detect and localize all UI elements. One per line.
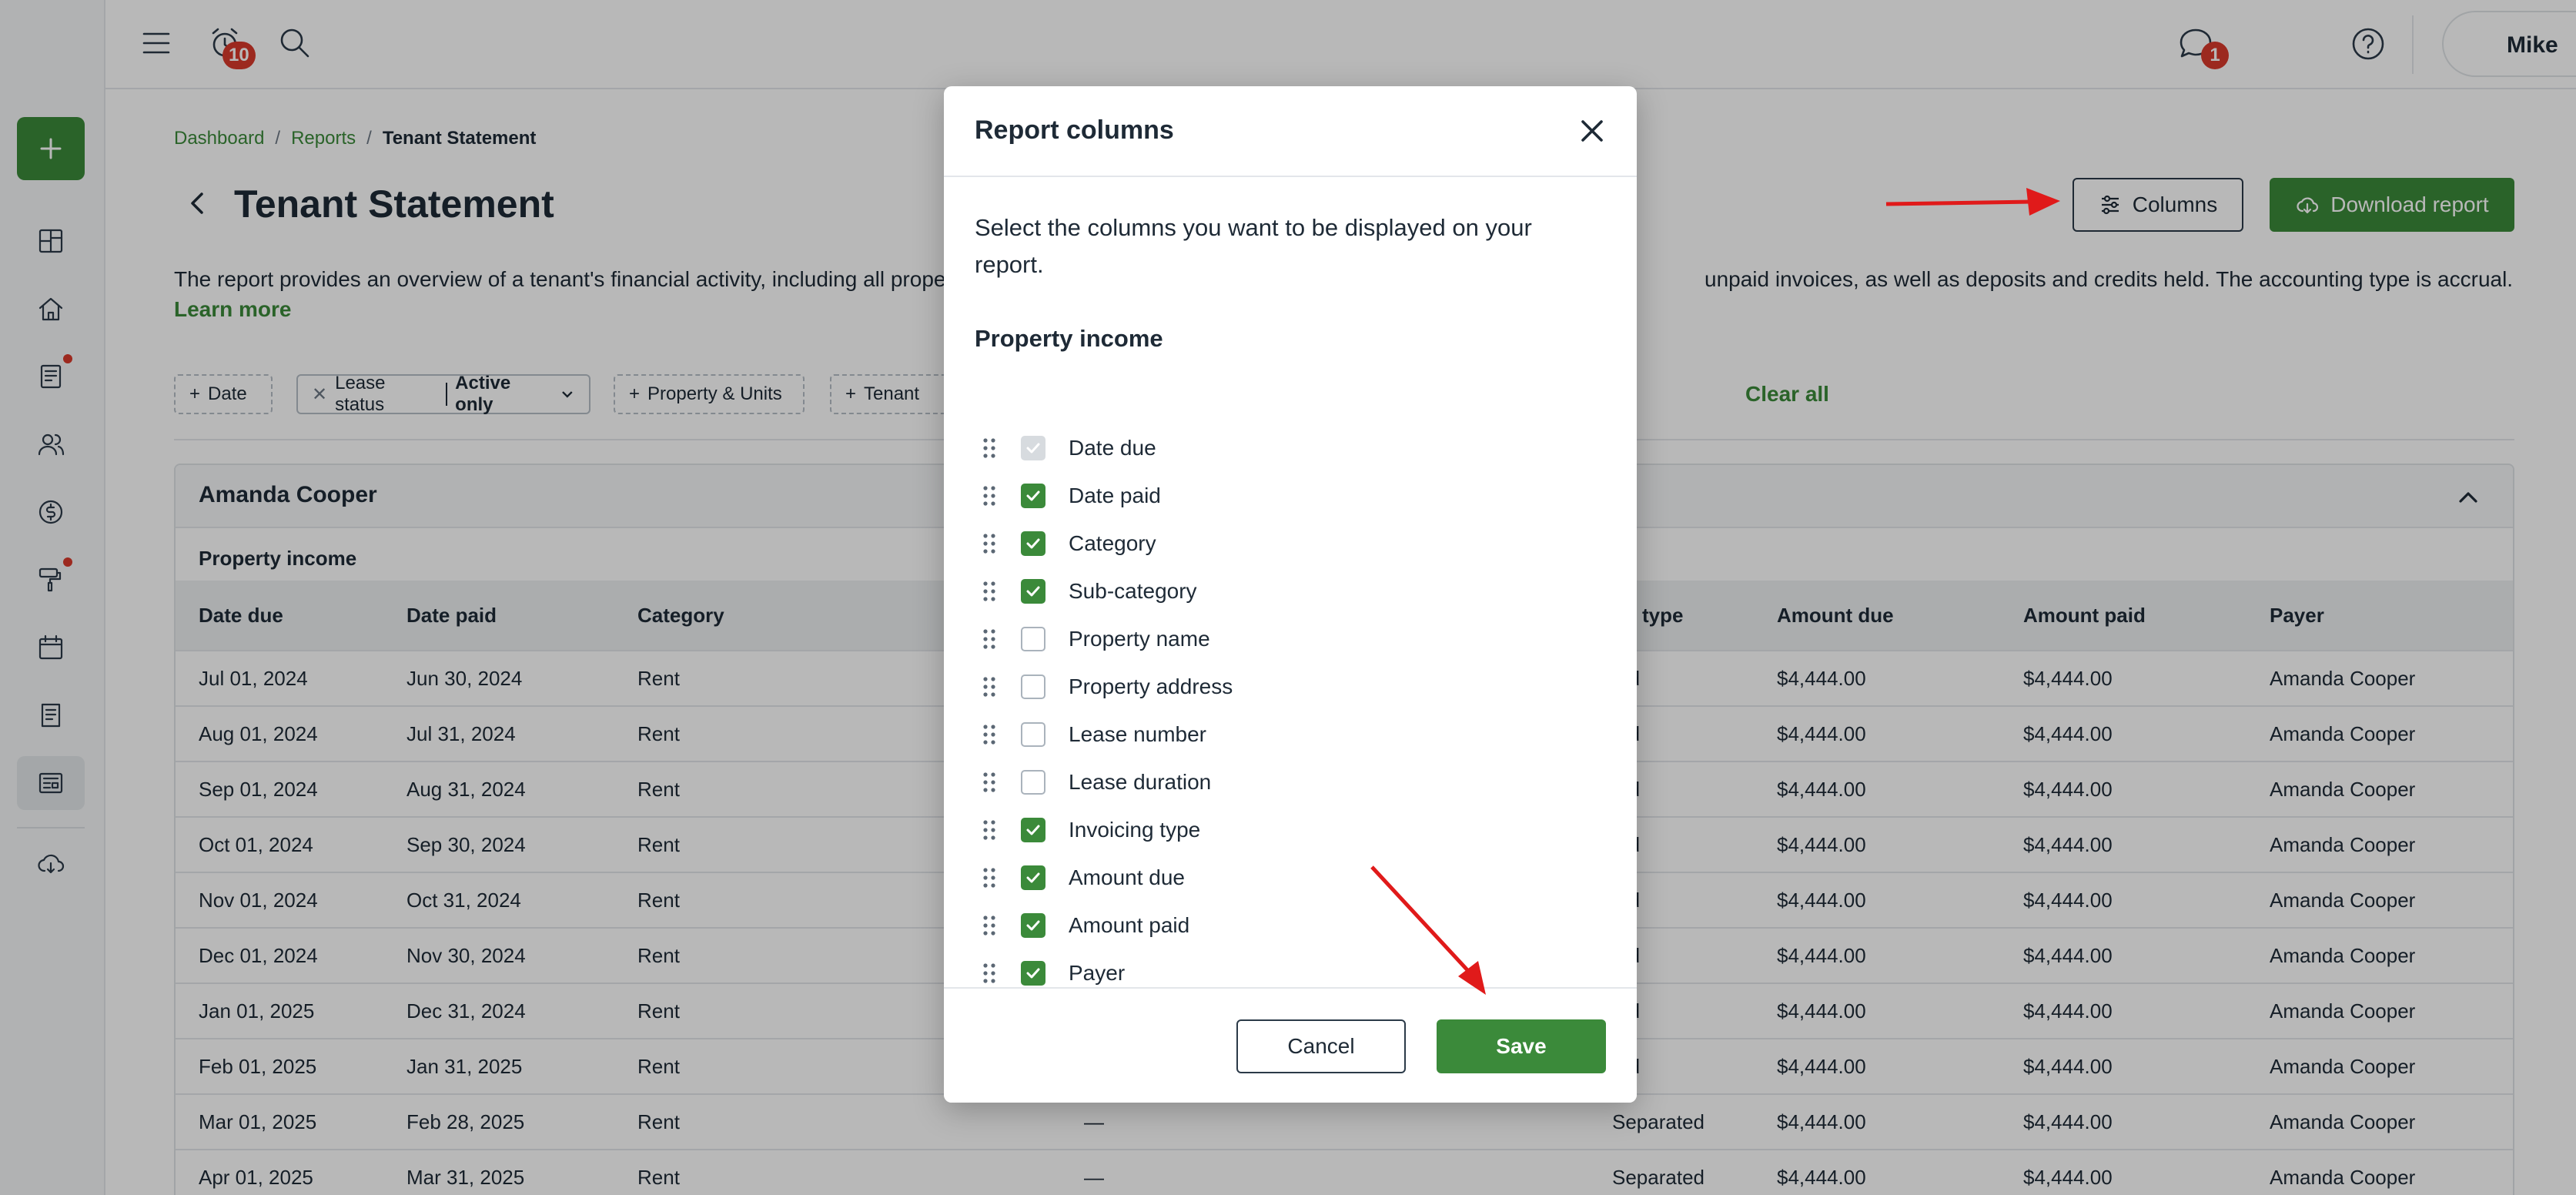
column-option-label: Payer bbox=[1069, 961, 1126, 985]
column-option-label: Category bbox=[1069, 531, 1156, 555]
checkbox[interactable] bbox=[1021, 674, 1045, 699]
column-option-label: Property address bbox=[1069, 674, 1233, 698]
drag-handle-icon[interactable] bbox=[981, 437, 998, 460]
check-icon bbox=[1026, 490, 1040, 501]
checkbox[interactable] bbox=[1021, 818, 1045, 842]
checkbox[interactable] bbox=[1021, 770, 1045, 795]
column-option[interactable]: Property address bbox=[975, 663, 1591, 711]
column-option[interactable]: Property name bbox=[975, 615, 1591, 663]
column-option[interactable]: Sub-category bbox=[975, 567, 1591, 615]
modal-title: Report columns bbox=[975, 115, 1174, 145]
column-option-label: Lease duration bbox=[1069, 770, 1212, 794]
drag-handle-icon[interactable] bbox=[981, 818, 998, 842]
modal-footer: Cancel Save bbox=[944, 987, 1637, 1103]
save-button[interactable]: Save bbox=[1437, 1019, 1606, 1073]
column-option-label: Invoicing type bbox=[1069, 818, 1201, 842]
column-option[interactable]: Date due bbox=[975, 424, 1591, 472]
checkbox[interactable] bbox=[1021, 484, 1045, 508]
column-option-label: Date paid bbox=[1069, 484, 1161, 507]
checkbox bbox=[1021, 436, 1045, 460]
checkbox[interactable] bbox=[1021, 722, 1045, 747]
checkbox[interactable] bbox=[1021, 913, 1045, 938]
drag-handle-icon[interactable] bbox=[981, 532, 998, 555]
modal-description: Select the columns you want to be displa… bbox=[975, 214, 1532, 278]
close-icon[interactable] bbox=[1575, 114, 1609, 148]
column-option-label: Sub-category bbox=[1069, 579, 1197, 603]
check-icon bbox=[1026, 968, 1040, 979]
drag-handle-icon[interactable] bbox=[981, 723, 998, 746]
check-icon bbox=[1026, 825, 1040, 835]
check-icon bbox=[1026, 586, 1040, 597]
drag-handle-icon[interactable] bbox=[981, 484, 998, 507]
column-option[interactable]: Amount paid bbox=[975, 902, 1591, 949]
drag-handle-icon[interactable] bbox=[981, 580, 998, 603]
column-group-title: Property income bbox=[975, 325, 1163, 352]
check-icon bbox=[1026, 872, 1040, 883]
drag-handle-icon[interactable] bbox=[981, 771, 998, 794]
column-option[interactable]: Category bbox=[975, 520, 1591, 567]
checkbox[interactable] bbox=[1021, 579, 1045, 604]
check-icon bbox=[1026, 538, 1040, 549]
column-option[interactable]: Lease duration bbox=[975, 758, 1591, 806]
drag-handle-icon[interactable] bbox=[981, 628, 998, 651]
column-option-label: Amount paid bbox=[1069, 913, 1190, 937]
modal-header: Report columns bbox=[944, 86, 1637, 177]
cancel-button[interactable]: Cancel bbox=[1236, 1019, 1406, 1073]
check-icon bbox=[1026, 920, 1040, 931]
checkbox[interactable] bbox=[1021, 627, 1045, 651]
drag-handle-icon[interactable] bbox=[981, 675, 998, 698]
drag-handle-icon[interactable] bbox=[981, 962, 998, 985]
column-option[interactable]: Amount due bbox=[975, 854, 1591, 902]
column-option[interactable]: Invoicing type bbox=[975, 806, 1591, 854]
checkbox[interactable] bbox=[1021, 531, 1045, 556]
check-icon bbox=[1026, 443, 1040, 454]
report-columns-modal: Report columns Select the columns you wa… bbox=[944, 86, 1637, 1103]
drag-handle-icon[interactable] bbox=[981, 914, 998, 937]
column-option[interactable]: Date paid bbox=[975, 472, 1591, 520]
column-option-label: Date due bbox=[1069, 436, 1156, 460]
column-option[interactable]: Lease number bbox=[975, 711, 1591, 758]
column-option-label: Amount due bbox=[1069, 865, 1185, 889]
checkbox[interactable] bbox=[1021, 961, 1045, 986]
drag-handle-icon[interactable] bbox=[981, 866, 998, 889]
checkbox[interactable] bbox=[1021, 865, 1045, 890]
column-option-label: Property name bbox=[1069, 627, 1210, 651]
app-root: 10 1 Mike Dashboard / Reports / Tenant S… bbox=[0, 0, 2576, 1195]
column-option-label: Lease number bbox=[1069, 722, 1207, 746]
